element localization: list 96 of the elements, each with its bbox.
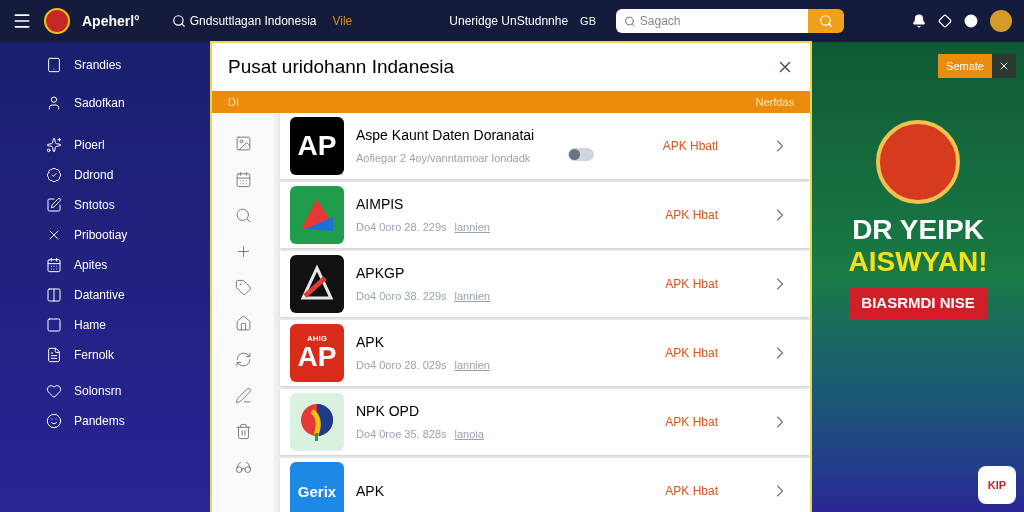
apk-action[interactable]: APK Hbatl xyxy=(662,137,718,155)
search-icon[interactable] xyxy=(171,14,186,28)
app-title: NPK OPD xyxy=(356,402,420,422)
app-subtitle: Do4 0oro 28. 029s xyxy=(356,358,447,374)
app-row[interactable]: Gerix APK APK Hbat xyxy=(280,458,810,512)
sidebar-label: Ddrond xyxy=(74,167,114,184)
app-subtitle: Aofiegar 2 4oy/vanntamoar Iondadk xyxy=(356,151,531,167)
logo-text: Gerix xyxy=(297,483,337,499)
app-title: AIMPIS xyxy=(356,195,405,215)
app-row[interactable]: APKGP Do4 0oro 38. 229s lannien APK Hbat xyxy=(280,251,810,317)
menu-icon[interactable] xyxy=(12,11,32,31)
dialog-title: Pusat uridohann Indanesia xyxy=(228,54,455,79)
apk-action[interactable]: APK Hbat xyxy=(665,413,718,431)
sidebar-item[interactable]: Pioerl xyxy=(46,134,210,156)
sidebar-item[interactable]: Pribootiay xyxy=(46,224,210,246)
badge-icon xyxy=(46,167,62,183)
brand-name[interactable]: Apeherl° xyxy=(82,10,140,32)
sidebar-label: Pandems xyxy=(74,413,125,430)
sidebar-item[interactable]: Pandems xyxy=(46,410,210,432)
user-icon xyxy=(46,95,62,111)
columns-icon xyxy=(46,287,62,303)
calendar-icon[interactable] xyxy=(234,171,252,188)
app-title: APK xyxy=(356,333,385,353)
promo-ribbon: BIASRMDI NISE xyxy=(849,288,987,319)
tag-icon[interactable] xyxy=(234,279,252,296)
sidebar-item[interactable]: Ddrond xyxy=(46,164,210,186)
close-icon xyxy=(998,60,1010,72)
bar-label: Nerfdas xyxy=(755,94,794,110)
sidebar-label: Fernolk xyxy=(74,347,114,364)
refresh-icon[interactable] xyxy=(234,351,252,368)
trash-icon[interactable] xyxy=(234,423,252,440)
sidebar-label: Sntotos xyxy=(74,197,115,214)
sidebar-item[interactable]: Solonsrn xyxy=(46,380,210,402)
search-field[interactable]: Sagach xyxy=(616,9,808,33)
home-icon[interactable] xyxy=(234,315,252,332)
app-row[interactable]: NPK OPD Do4 0roe 35. 828s lanoia APK Hbat xyxy=(280,389,810,455)
close-button[interactable] xyxy=(992,54,1016,78)
brand-logo-icon[interactable] xyxy=(44,8,70,34)
search-icon xyxy=(819,14,833,28)
apk-action[interactable]: APK Hbat xyxy=(665,206,718,224)
bar-label: DI xyxy=(228,94,239,110)
corner-button[interactable]: KIP xyxy=(978,466,1016,504)
file-icon xyxy=(46,347,62,363)
app-title: Aspe Kaunt Daten Doranatai xyxy=(356,126,536,146)
logo-text: AP xyxy=(297,343,337,371)
nav-link[interactable]: Uneridge UnStudnnhe xyxy=(449,12,569,30)
promo-headline: AISWYAN! xyxy=(848,248,988,276)
apk-action[interactable]: APK Hbat xyxy=(665,482,718,500)
sidebar-item[interactable]: Hame xyxy=(46,314,210,336)
glasses-icon[interactable] xyxy=(234,459,252,476)
calendar-icon xyxy=(46,257,62,273)
sidebar-label: Pribootiay xyxy=(74,227,128,244)
sidebar-item[interactable]: Fernolk xyxy=(46,344,210,366)
search-input[interactable]: Sagach xyxy=(639,12,800,30)
app-row[interactable]: AIMPIS Do4 0oro 28. 229s lannien APK Hbat xyxy=(280,182,810,248)
smile-icon xyxy=(46,413,62,429)
square-icon xyxy=(46,317,62,333)
sparkle-icon xyxy=(46,137,62,153)
search-icon xyxy=(624,14,636,28)
diamond-icon[interactable] xyxy=(938,14,952,28)
heart-icon xyxy=(46,383,62,399)
sidebar-label: Datantive xyxy=(74,287,125,304)
app-subtitle: Do4 0oro 28. 229s xyxy=(356,220,447,236)
toggle-switch[interactable] xyxy=(568,147,594,161)
logo-text: AP xyxy=(297,132,337,160)
apk-action[interactable]: APK Hbat xyxy=(665,275,718,293)
app-row[interactable]: AP Aspe Kaunt Daten Doranatai Aofiegar 2 4oy/vanntamoar Iondadk APK Hbatl xyxy=(280,113,810,179)
sidebar-item[interactable]: Sntotos xyxy=(46,194,210,216)
promo-headline: DR YEIPK xyxy=(852,216,984,244)
sidebar-item[interactable]: Sadofkan xyxy=(46,92,210,114)
search-button[interactable] xyxy=(808,9,844,33)
app-subtitle: Do4 0roe 35. 828s xyxy=(356,427,447,443)
app-subtitle: Do4 0oro 38. 229s xyxy=(356,289,447,305)
sidebar-label: Srandies xyxy=(74,57,122,74)
app-title: APK xyxy=(356,481,385,501)
apk-action[interactable]: APK Hbat xyxy=(665,344,718,362)
sidebar-item[interactable]: Srandies xyxy=(46,54,210,76)
logo-caption: AHIG xyxy=(307,335,327,343)
sidebar-item[interactable]: Datantive xyxy=(46,284,210,306)
sidebar-label: Sadofkan xyxy=(74,95,125,112)
bell-icon[interactable] xyxy=(912,14,926,28)
circle-icon[interactable] xyxy=(964,14,978,28)
avatar[interactable] xyxy=(990,10,1012,32)
sidebar-label: Hame xyxy=(74,317,106,334)
nav-label: GB xyxy=(580,13,596,29)
app-title: APKGP xyxy=(356,264,406,284)
sidebar-item[interactable]: Apites xyxy=(46,254,210,276)
nav-search-link[interactable]: Gndsuttlagan Indonesia xyxy=(189,12,317,30)
nav-tag[interactable]: Vile xyxy=(332,12,353,30)
pen-icon[interactable] xyxy=(234,387,252,404)
image-icon[interactable] xyxy=(234,135,252,152)
tablet-icon xyxy=(46,57,62,73)
edit-icon xyxy=(46,197,62,213)
sidebar-label: Apites xyxy=(74,257,108,274)
sidebar-label: Solonsrn xyxy=(74,383,122,400)
sidebar-label: Pioerl xyxy=(74,137,105,154)
